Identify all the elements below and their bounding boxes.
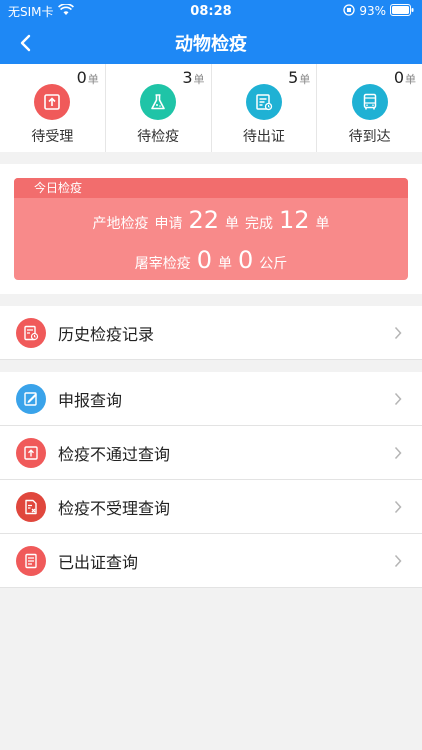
stat-count: 3单	[182, 68, 205, 87]
menu-item-history[interactable]: 历史检疫记录	[0, 306, 422, 360]
stat-pending-inspect[interactable]: 3单 待检疫	[106, 64, 212, 152]
stat-pending-certificate[interactable]: 5单 待出证	[212, 64, 318, 152]
chevron-left-icon	[20, 34, 31, 52]
battery-percent: 93%	[359, 4, 386, 18]
chevron-right-icon	[386, 321, 410, 345]
menu-label: 申报查询	[58, 390, 123, 410]
history-group: 历史检疫记录	[0, 306, 422, 360]
menu-item-certified-query[interactable]: 已出证查询	[0, 534, 422, 588]
stat-count: 0单	[393, 68, 416, 87]
menu-item-rejected-query[interactable]: 检疫不受理查询	[0, 480, 422, 534]
history-record-icon	[16, 317, 46, 348]
origin-inspection-summary: 产地检疫 申请 22 单 完成 12 单	[92, 206, 330, 234]
battery-icon	[389, 3, 414, 19]
chevron-right-icon	[386, 387, 410, 411]
today-section: 今日检疫 产地检疫 申请 22 单 完成 12 单 屠宰检疫 0 单 0 公斤	[0, 164, 422, 294]
stat-pending-accept[interactable]: 0单 待受理	[0, 64, 106, 152]
declare-icon	[16, 383, 46, 414]
upload-doc-icon	[34, 84, 71, 120]
bus-icon	[351, 84, 388, 120]
orientation-lock-icon	[343, 3, 355, 19]
slaughter-count: 0	[196, 246, 212, 274]
menu-label: 已出证查询	[58, 552, 139, 572]
stat-count: 5单	[288, 68, 311, 87]
stat-label: 待受理	[31, 129, 74, 145]
stat-label: 待检疫	[137, 129, 180, 145]
header: 无SIM卡 08:28 93% 动物检疫	[0, 0, 422, 64]
stat-pending-arrival[interactable]: 0单 待到达	[317, 64, 422, 152]
today-title: 今日检疫	[14, 178, 408, 198]
wifi-icon	[57, 2, 74, 19]
status-bar: 无SIM卡 08:28 93%	[0, 0, 422, 22]
menu-label: 检疫不受理查询	[58, 498, 171, 518]
stat-count: 0单	[76, 68, 99, 87]
flask-icon	[140, 84, 177, 120]
certificate-doc-icon	[16, 545, 46, 576]
stat-label: 待到达	[348, 129, 391, 145]
upload-doc-icon	[16, 437, 46, 468]
menu-item-declare-query[interactable]: 申报查询	[0, 372, 422, 426]
slaughter-weight: 0	[238, 246, 254, 274]
nav-bar: 动物检疫	[0, 22, 422, 64]
chevron-right-icon	[386, 495, 410, 519]
certificate-icon	[245, 84, 282, 120]
chevron-right-icon	[386, 441, 410, 465]
menu-item-failed-query[interactable]: 检疫不通过查询	[0, 426, 422, 480]
back-button[interactable]	[10, 28, 40, 58]
today-card[interactable]: 今日检疫 产地检疫 申请 22 单 完成 12 单 屠宰检疫 0 单 0 公斤	[14, 178, 408, 280]
apply-count: 22	[188, 206, 219, 234]
slaughter-inspection-summary: 屠宰检疫 0 单 0 公斤	[134, 246, 288, 274]
done-count: 12	[279, 206, 310, 234]
reject-doc-icon	[16, 491, 46, 522]
stats-bar: 0单 待受理 3单 待检疫 5单 待出证 0单 待到达	[0, 64, 422, 152]
page-title: 动物检疫	[175, 34, 247, 55]
query-group: 申报查询 检疫不通过查询 检疫不受理查询 已出证查询	[0, 372, 422, 588]
chevron-right-icon	[386, 549, 410, 573]
menu-label: 检疫不通过查询	[58, 444, 171, 464]
status-time: 08:28	[190, 3, 232, 19]
menu-label: 历史检疫记录	[58, 324, 155, 344]
stat-label: 待出证	[242, 129, 285, 145]
carrier-label: 无SIM卡	[8, 4, 54, 19]
